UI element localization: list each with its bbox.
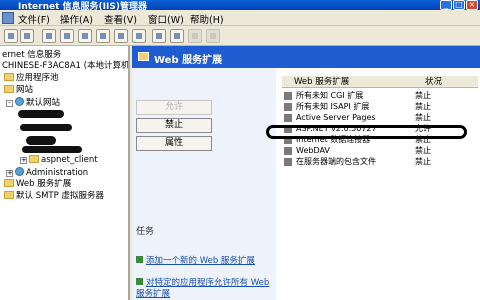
forward-icon[interactable] [20,29,34,43]
tree-app-pools[interactable]: 应用程序池 [4,73,59,84]
tree-root[interactable]: ernet 信息服务 [2,50,61,61]
play-icon[interactable] [170,29,184,43]
toolbar [0,26,480,46]
tree-default-site[interactable]: - 默认网站 [6,97,60,109]
maximize-button[interactable]: □ [453,0,465,10]
pause-icon[interactable] [206,29,220,43]
list-header: Web 服务扩展 状况 [282,76,478,88]
extension-icon [284,103,292,111]
extension-icon [284,92,292,100]
task-label: 对特定的应用程序允许所有 Web 服务扩展 [136,278,270,299]
tree-web-ext[interactable]: Web 服务扩展 [4,179,71,190]
menu-view[interactable]: 查看(V) [104,12,137,26]
tree-label: Administration [26,168,89,178]
tree-label: 默认 SMTP 虚拟服务器 [16,191,104,201]
tree-smtp[interactable]: 默认 SMTP 虚拟服务器 [4,191,104,202]
folder-icon [138,52,149,61]
minimize-button[interactable]: _ [440,0,452,10]
redaction-mark [20,124,72,131]
collapse-icon[interactable]: - [6,100,13,107]
allow-button[interactable]: 允许 [136,100,212,115]
menu-action[interactable]: 操作(A) [60,12,93,26]
highlight-circle [266,125,467,139]
extension-icon [284,114,292,122]
menu-help[interactable]: 帮助(H) [190,12,224,26]
redaction-mark [18,110,64,118]
redaction-mark [22,146,82,153]
globe-icon [15,97,24,106]
export-icon[interactable] [96,29,110,43]
tree-label: 应用程序池 [16,73,59,83]
task-icon [136,278,143,285]
back-icon[interactable] [4,29,18,43]
up-icon[interactable] [42,29,56,43]
row-status: 禁止 [415,157,431,166]
tree-label: aspnet_client [41,155,98,165]
tree-websites[interactable]: 网站 [4,85,33,96]
menu-file[interactable]: 文件(F) [18,12,50,26]
app-icon[interactable] [2,12,14,24]
task-icon [136,256,143,263]
tasks-heading: 任务 [136,227,155,237]
task-add-extension[interactable]: 添加一个新的 Web 服务扩展 [136,256,274,267]
panel-title: Web 服务扩展 [154,55,223,66]
tree-panel: ernet 信息服务 CHINESE-F3AC8A1 (本地计算机) 应用程序池… [0,46,130,300]
tree-aspnet-client[interactable]: + aspnet_client [20,155,98,166]
tree-label: Web 服务扩展 [16,179,72,189]
folder-icon [4,73,14,81]
properties-icon[interactable] [114,29,128,43]
redaction-mark [26,136,56,145]
tree-administration[interactable]: + Administration [6,167,88,179]
mail-server-icon [4,191,14,199]
refresh-icon[interactable] [78,29,92,43]
folder-icon [4,179,14,187]
task-pane: 允许 禁止 属性 任务 添加一个新的 Web 服务扩展 对特定的应用程序允许所有… [132,68,276,300]
show-tree-icon[interactable] [60,29,74,43]
title-bar: Internet 信息服务(IIS)管理器 _ □ × [0,0,480,12]
extension-icon [284,158,292,166]
folder-icon [29,155,39,163]
stop-icon[interactable] [188,29,202,43]
expand-icon[interactable]: + [6,170,13,177]
panel-banner: Web 服务扩展 [132,46,480,68]
close-button[interactable]: × [466,0,478,10]
properties-button[interactable]: 属性 [136,136,212,151]
help-icon[interactable] [132,29,146,43]
task-allow-app[interactable]: 对特定的应用程序允许所有 Web 服务扩展 [136,278,274,300]
computer-icon[interactable] [152,29,166,43]
deny-button[interactable]: 禁止 [136,118,212,133]
column-name[interactable]: Web 服务扩展 [294,76,349,88]
globe-icon [15,167,24,176]
extension-list: Web 服务扩展 状况 所有未知 CGI 扩展 禁止 所有未知 ISAPI 扩展禁… [282,76,478,300]
menu-bar: 文件(F) 操作(A) 查看(V) 窗口(W) 帮助(H) [0,10,480,26]
tree-label: 网站 [16,85,34,95]
menu-window[interactable]: 窗口(W) [148,12,184,26]
task-label: 添加一个新的 Web 服务扩展 [146,256,255,266]
row-name: 在服务器端的包含文件 [296,157,376,166]
folder-icon [4,85,14,93]
tree-computer[interactable]: CHINESE-F3AC8A1 (本地计算机) [2,61,128,72]
tree-label: 默认网站 [26,98,61,108]
expand-icon[interactable]: + [20,157,27,164]
column-status[interactable]: 状况 [425,76,442,88]
list-row[interactable]: 在服务器端的包含文件 禁止 [282,156,478,168]
details-pane: Web 服务扩展 允许 禁止 属性 任务 添加一个新的 Web 服务扩展 对特定… [132,46,480,300]
extension-icon [284,147,292,155]
